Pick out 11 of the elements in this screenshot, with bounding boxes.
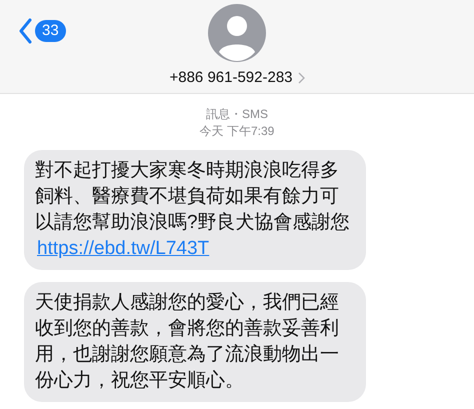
avatar-icon[interactable] <box>208 4 266 62</box>
timestamp: 今天 下午7:39 <box>200 123 274 140</box>
back-chevron-icon <box>18 18 32 44</box>
message-text: 天使捐款人感謝您的愛心，我們已經收到您的善款，會將您的善款妥善利用，也謝謝您願意為了流浪動物出一份心力，祝您平安順心。 <box>35 292 339 391</box>
service-label: 訊息・SMS <box>206 106 268 123</box>
back-button[interactable]: 33 <box>18 18 66 44</box>
chevron-icon <box>298 72 305 84</box>
contact-number[interactable]: +886 961-592-283 <box>169 69 305 86</box>
message-link[interactable]: https://ebd.tw/L743T <box>37 238 210 259</box>
message-text: 對不起打擾大家寒冬時期浪浪吃得多飼料、醫療費不堪負荷如果有餘力可以請您幫助浪浪嗎?野良犬協會感謝您 https://ebd.tw/L743T <box>35 160 350 259</box>
unread-count-badge: 33 <box>35 20 66 42</box>
